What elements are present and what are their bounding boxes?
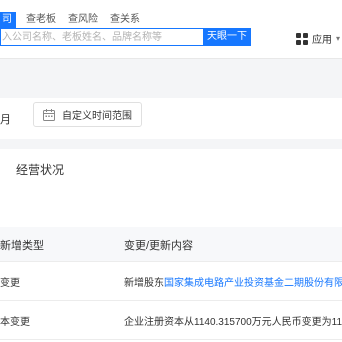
calendar-icon bbox=[43, 108, 55, 121]
apps-menu[interactable]: 应用 ▾ bbox=[296, 31, 340, 46]
chevron-down-icon: ▾ bbox=[336, 34, 341, 43]
custom-range-label: 自定义时间范围 bbox=[62, 111, 132, 122]
search-box bbox=[0, 28, 204, 46]
table-header: 新增类型 变更/更新内容 bbox=[0, 227, 342, 262]
tab-company[interactable]: 司 bbox=[0, 12, 16, 28]
custom-range-button[interactable]: 自定义时间范围 bbox=[33, 102, 142, 127]
search-button[interactable]: 天眼一下 bbox=[203, 28, 251, 46]
change-table: 新增类型 变更/更新内容 变更 新增股东国家集成电路产业投资基金二期股份有限公司… bbox=[0, 227, 342, 340]
top-header: 司 查老板 查风险 查关系 天眼一下 应用 ▾ bbox=[0, 0, 342, 59]
table-row: 变更 新增股东国家集成电路产业投资基金二期股份有限公司 bbox=[0, 262, 342, 301]
tab-relation[interactable]: 查关系 bbox=[110, 12, 140, 28]
apps-label: 应用 bbox=[312, 35, 332, 46]
tab-business-status[interactable]: 经营状况 bbox=[16, 161, 64, 178]
search-tabs: 司 查老板 查风险 查关系 bbox=[0, 12, 152, 28]
tab-boss[interactable]: 查老板 bbox=[26, 12, 56, 28]
row-type: 变更 bbox=[0, 278, 20, 289]
column-header-type: 新增类型 bbox=[0, 240, 44, 252]
table-row: 本变更 企业注册资本从1140.315700万元人民币变更为1166.4 bbox=[0, 301, 342, 340]
column-header-content: 变更/更新内容 bbox=[124, 240, 194, 252]
time-filter-panel: 月 自定义时间范围 bbox=[0, 98, 342, 139]
row-content: 新增股东国家集成电路产业投资基金二期股份有限公司 bbox=[124, 274, 342, 289]
search-input[interactable] bbox=[1, 29, 204, 45]
filter-month-option[interactable]: 月 bbox=[0, 111, 11, 127]
apps-grid-icon bbox=[296, 32, 308, 45]
content-prefix: 新增股东 bbox=[124, 278, 164, 289]
row-type: 本变更 bbox=[0, 317, 30, 328]
tab-risk[interactable]: 查风险 bbox=[68, 12, 98, 28]
row-content: 企业注册资本从1140.315700万元人民币变更为1166.4 bbox=[124, 317, 342, 328]
main-content: 经营状况 新增类型 变更/更新内容 变更 新增股东国家集成电路产业投资基金二期股… bbox=[0, 149, 342, 342]
shareholder-link[interactable]: 国家集成电路产业投资基金二期股份有限公司 bbox=[164, 278, 342, 289]
